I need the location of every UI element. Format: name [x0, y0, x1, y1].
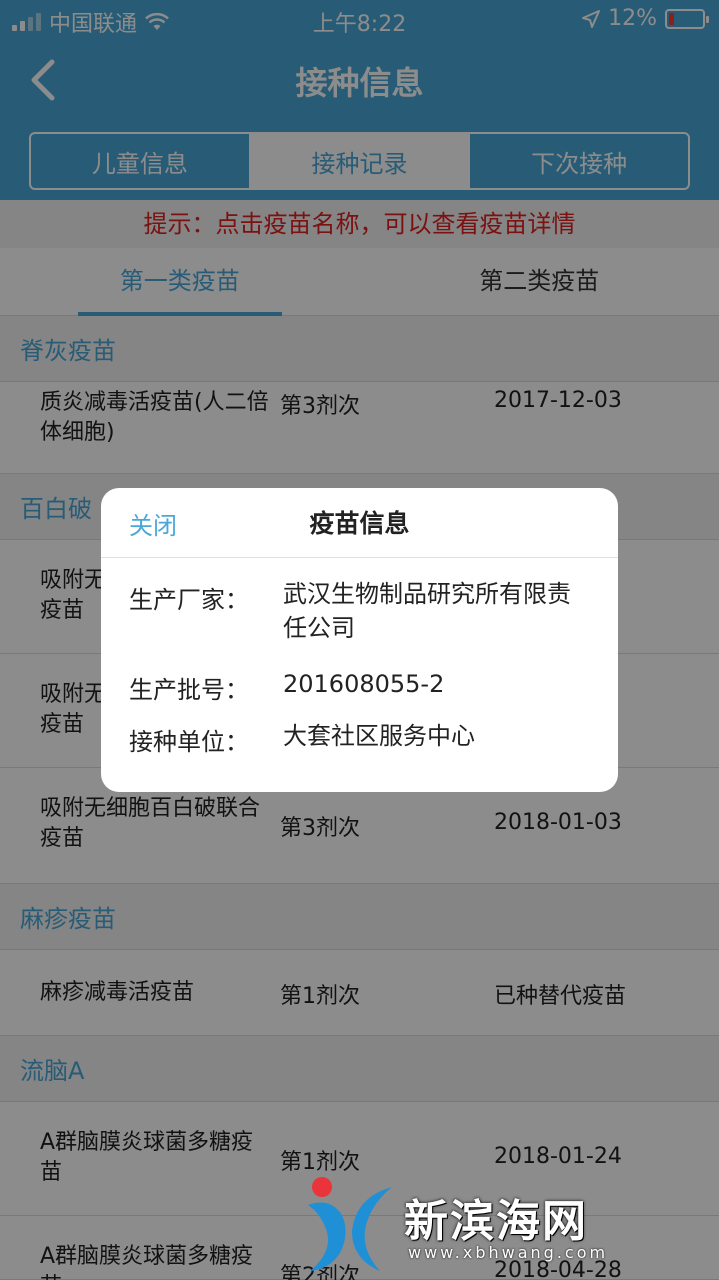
dialog-title: 疫苗信息 — [309, 509, 410, 538]
batch-number-value: 201608055-2 — [283, 670, 445, 698]
vaccination-unit-value: 大套社区服务中心 — [283, 722, 475, 750]
manufacturer-value: 武汉生物制品研究所有限责任公司 — [283, 580, 571, 642]
vaccination-unit-label: 接种单位： — [129, 728, 249, 756]
site-watermark: 新滨海网 www.xbhwang.com — [300, 1175, 719, 1280]
vaccination-unit-row: 接种单位： 大套社区服务中心 — [129, 722, 599, 756]
watermark-url: www.xbhwang.com — [408, 1243, 609, 1262]
batch-number-label: 生产批号： — [129, 676, 249, 704]
watermark-name: 新滨海网 — [404, 1196, 588, 1247]
dialog-header: 关闭 疫苗信息 — [101, 488, 618, 558]
watermark-logo-icon — [308, 1177, 392, 1271]
manufacturer-row: 生产厂家： 武汉生物制品研究所有限责任公司 — [129, 580, 599, 650]
manufacturer-label: 生产厂家： — [129, 586, 249, 614]
batch-number-row: 生产批号： 201608055-2 — [129, 670, 599, 704]
vaccine-info-dialog: 关闭 疫苗信息 生产厂家： 武汉生物制品研究所有限责任公司 生产批号： 2016… — [101, 488, 618, 792]
